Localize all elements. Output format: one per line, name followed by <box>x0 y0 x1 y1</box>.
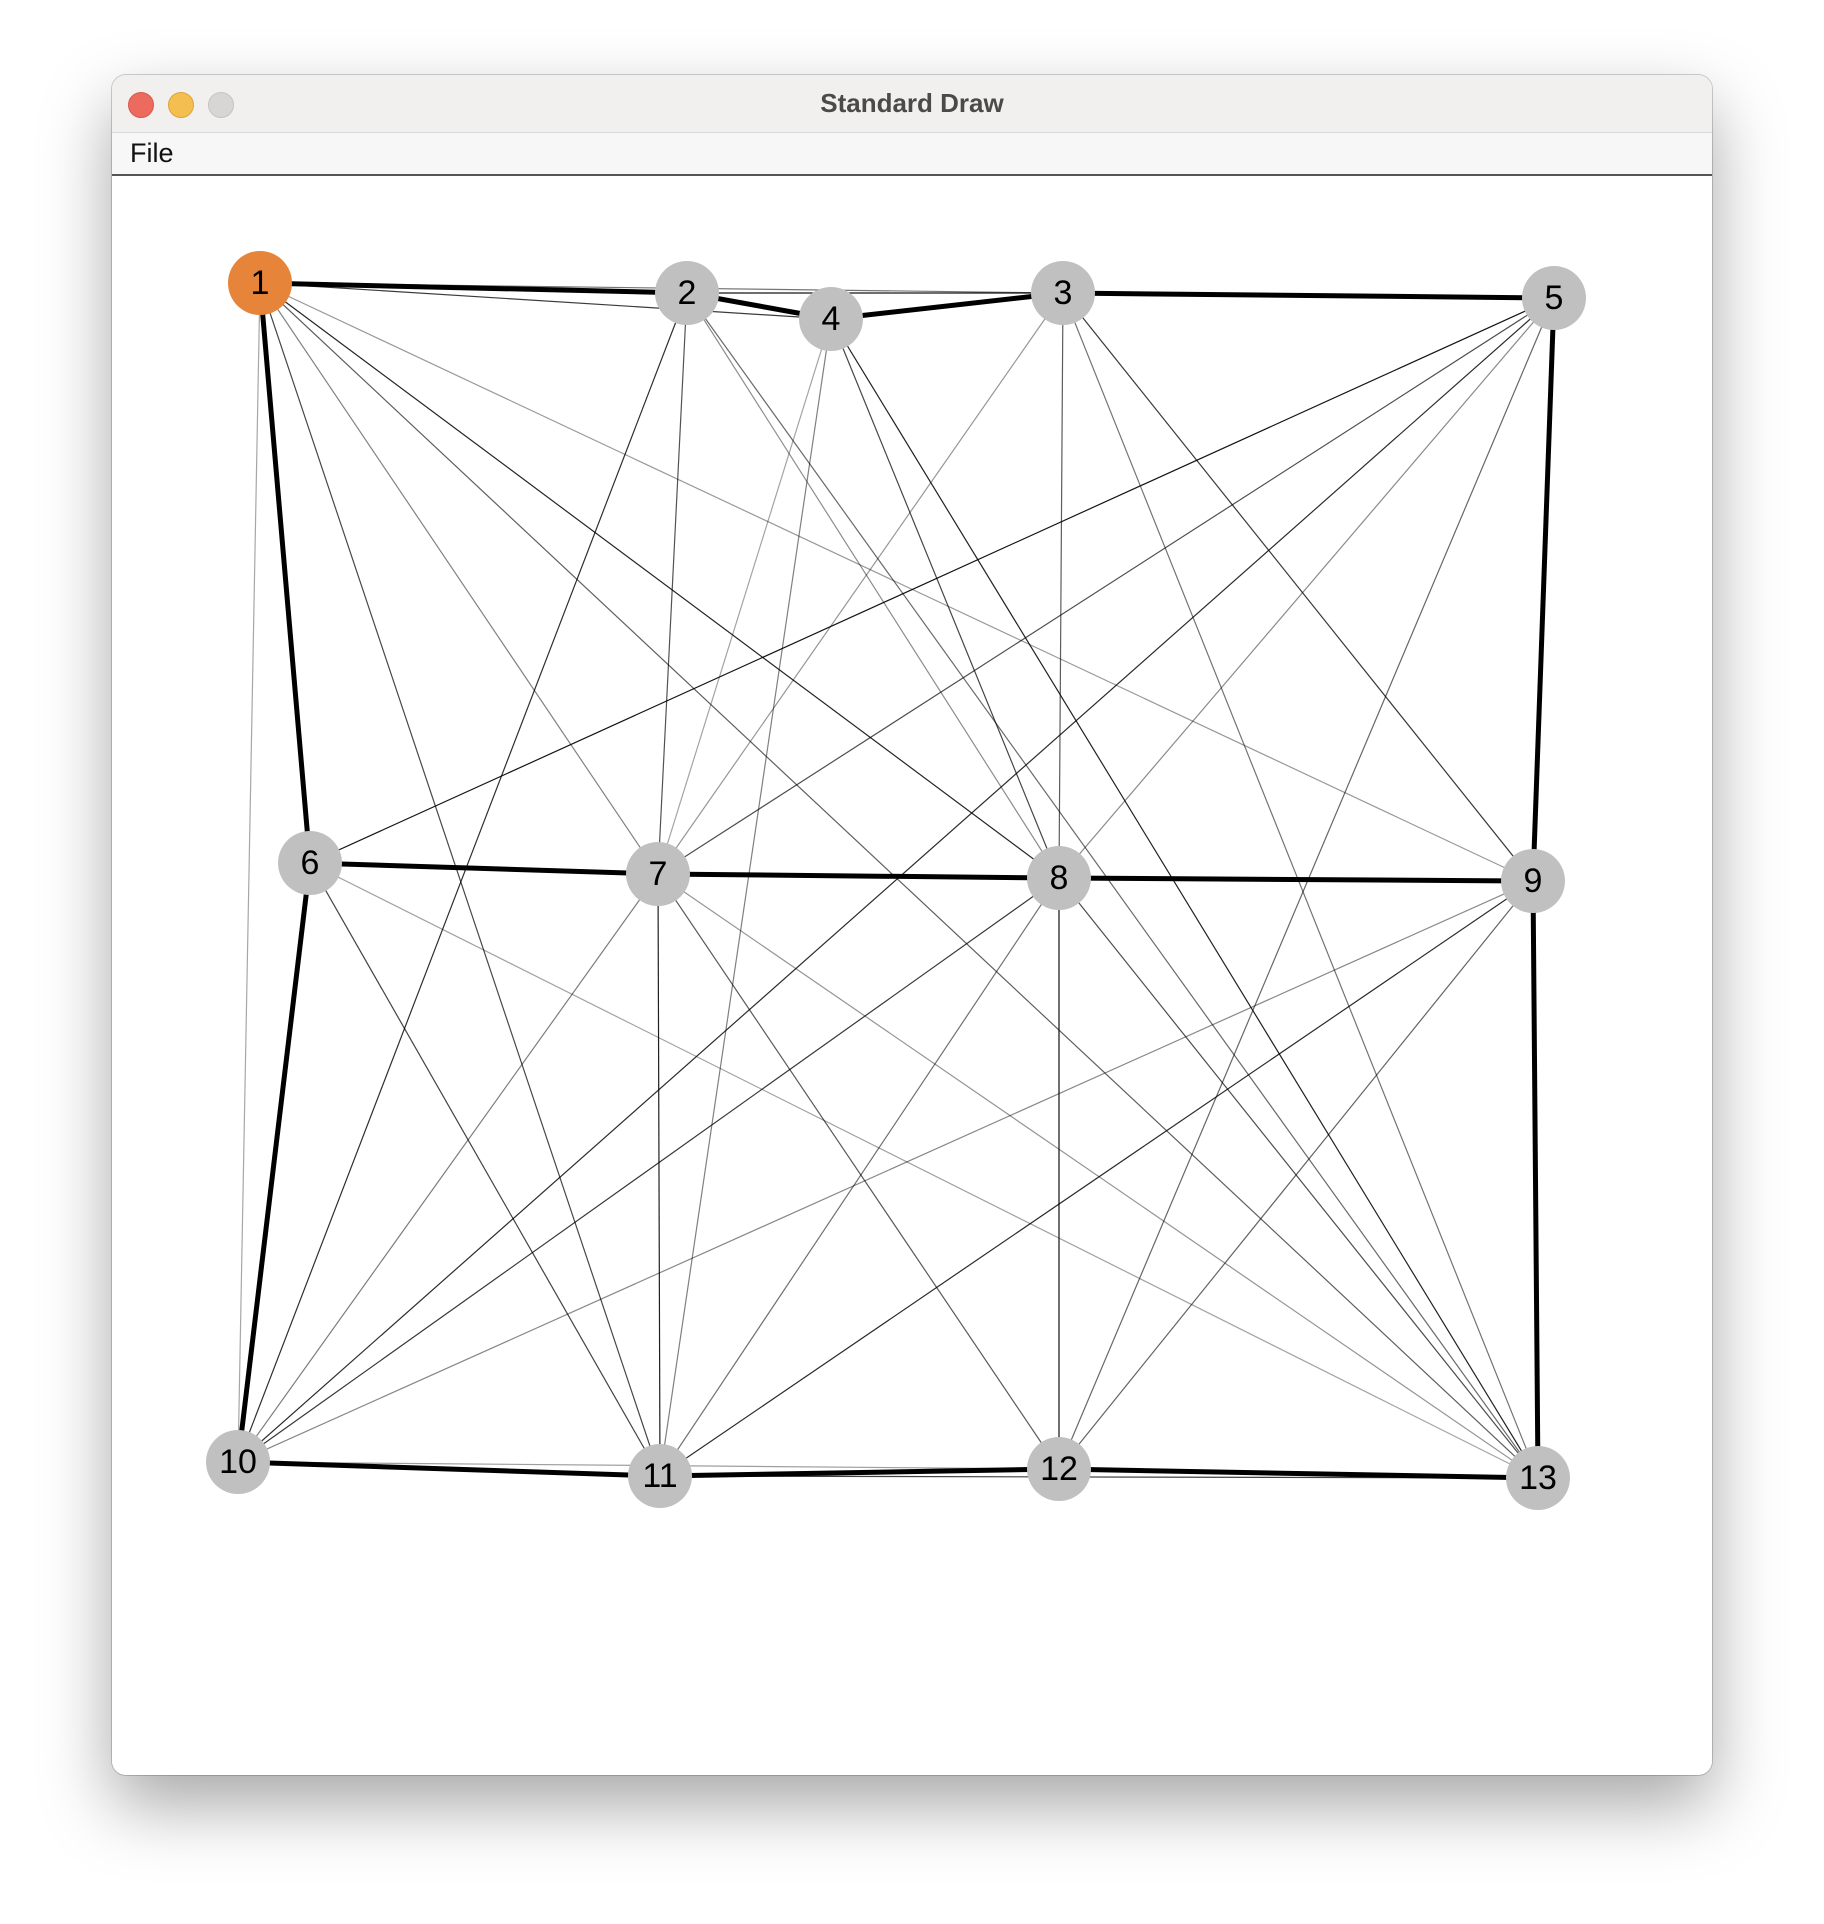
edge-5-12 <box>1058 297 1555 1470</box>
graph-node-6[interactable]: 6 <box>278 831 342 895</box>
heavy-edge-6-7 <box>309 860 659 877</box>
edge-1-9 <box>259 282 1534 882</box>
node-label-3: 3 <box>1054 274 1073 312</box>
edge-1-10 <box>237 282 261 1463</box>
edge-layer <box>235 280 1557 1481</box>
graph-node-1[interactable]: 1 <box>228 251 292 315</box>
graph-node-5[interactable]: 5 <box>1522 266 1586 330</box>
graph-node-12[interactable]: 12 <box>1027 1437 1091 1501</box>
edge-4-7 <box>657 318 832 875</box>
heavy-edge-1-6 <box>257 282 313 864</box>
edge-8-11 <box>659 877 1060 1477</box>
graph-node-4[interactable]: 4 <box>799 287 863 351</box>
edge-8-13 <box>1058 877 1539 1479</box>
edge-6-13 <box>309 862 1539 1479</box>
window-title: Standard Draw <box>820 88 1004 118</box>
graph-node-3[interactable]: 3 <box>1031 261 1095 325</box>
app-window: Standard Draw File 1 2 3 4 5 6 7 8 9 10 11 12 13 <box>112 75 1712 1775</box>
edge-2-8 <box>686 292 1060 879</box>
graph-node-7[interactable]: 7 <box>626 842 690 906</box>
heavy-edge-8-9 <box>1058 875 1534 884</box>
node-label-7: 7 <box>649 855 668 893</box>
edge-7-12 <box>657 873 1060 1470</box>
edge-7-10 <box>237 873 659 1463</box>
edge-3-9 <box>1062 292 1534 882</box>
graph-node-9[interactable]: 9 <box>1501 849 1565 913</box>
node-label-12: 12 <box>1040 1450 1078 1488</box>
edge-3-7 <box>657 292 1064 875</box>
heavy-edge-11-12 <box>659 1466 1060 1479</box>
edge-5-6 <box>309 297 1555 864</box>
graph-node-11[interactable]: 11 <box>628 1444 692 1508</box>
heavy-edge-5-9 <box>1530 297 1557 882</box>
graph-drawing: 1 2 3456 7 8 910 11 12 13 <box>206 251 1586 1510</box>
node-label-9: 9 <box>1524 862 1543 900</box>
edge-2-7 <box>657 292 688 875</box>
node-label-6: 6 <box>301 844 320 882</box>
heavy-edge-3-5 <box>1062 290 1555 301</box>
graph-node-2[interactable]: 2 <box>655 261 719 325</box>
heavy-edge-4-3 <box>830 290 1064 322</box>
edge-4-8 <box>830 318 1060 879</box>
menu-file[interactable]: File <box>130 133 174 174</box>
node-label-4: 4 <box>822 300 841 338</box>
edge-5-8 <box>1058 297 1555 879</box>
edge-1-7 <box>259 282 659 875</box>
edge-9-11 <box>659 880 1534 1477</box>
node-label-5: 5 <box>1545 279 1564 317</box>
edge-4-11 <box>659 318 832 1477</box>
node-label-8: 8 <box>1050 859 1069 897</box>
heavy-edge-6-10 <box>235 862 313 1463</box>
node-label-13: 13 <box>1519 1459 1557 1497</box>
node-label-11: 11 <box>642 1457 677 1495</box>
drawing-canvas[interactable]: 1 2 3 4 5 6 7 8 9 10 11 12 13 <box>112 176 1712 1775</box>
heavy-edge-7-8 <box>657 871 1060 881</box>
menu-bar: File <box>112 133 1712 176</box>
edge-5-7 <box>657 297 1555 875</box>
edge-9-12 <box>1058 880 1534 1470</box>
edge-4-13 <box>830 318 1539 1479</box>
node-label-1: 1 <box>251 264 270 302</box>
heavy-edge-9-13 <box>1530 880 1541 1479</box>
node-label-10: 10 <box>219 1443 257 1481</box>
graph-node-10[interactable]: 10 <box>206 1430 270 1494</box>
graph-node-13[interactable]: 13 <box>1506 1446 1570 1510</box>
node-label-2: 2 <box>678 274 697 312</box>
title-bar: Standard Draw <box>112 75 1712 133</box>
edge-8-10 <box>237 877 1060 1463</box>
edge-7-11 <box>657 873 661 1477</box>
edge-3-13 <box>1062 292 1539 1479</box>
edge-1-8 <box>259 282 1060 879</box>
edge-3-8 <box>1058 292 1064 879</box>
edge-2-13 <box>686 292 1539 1479</box>
graph-node-8[interactable]: 8 <box>1027 846 1091 910</box>
edge-9-10 <box>237 880 1534 1463</box>
